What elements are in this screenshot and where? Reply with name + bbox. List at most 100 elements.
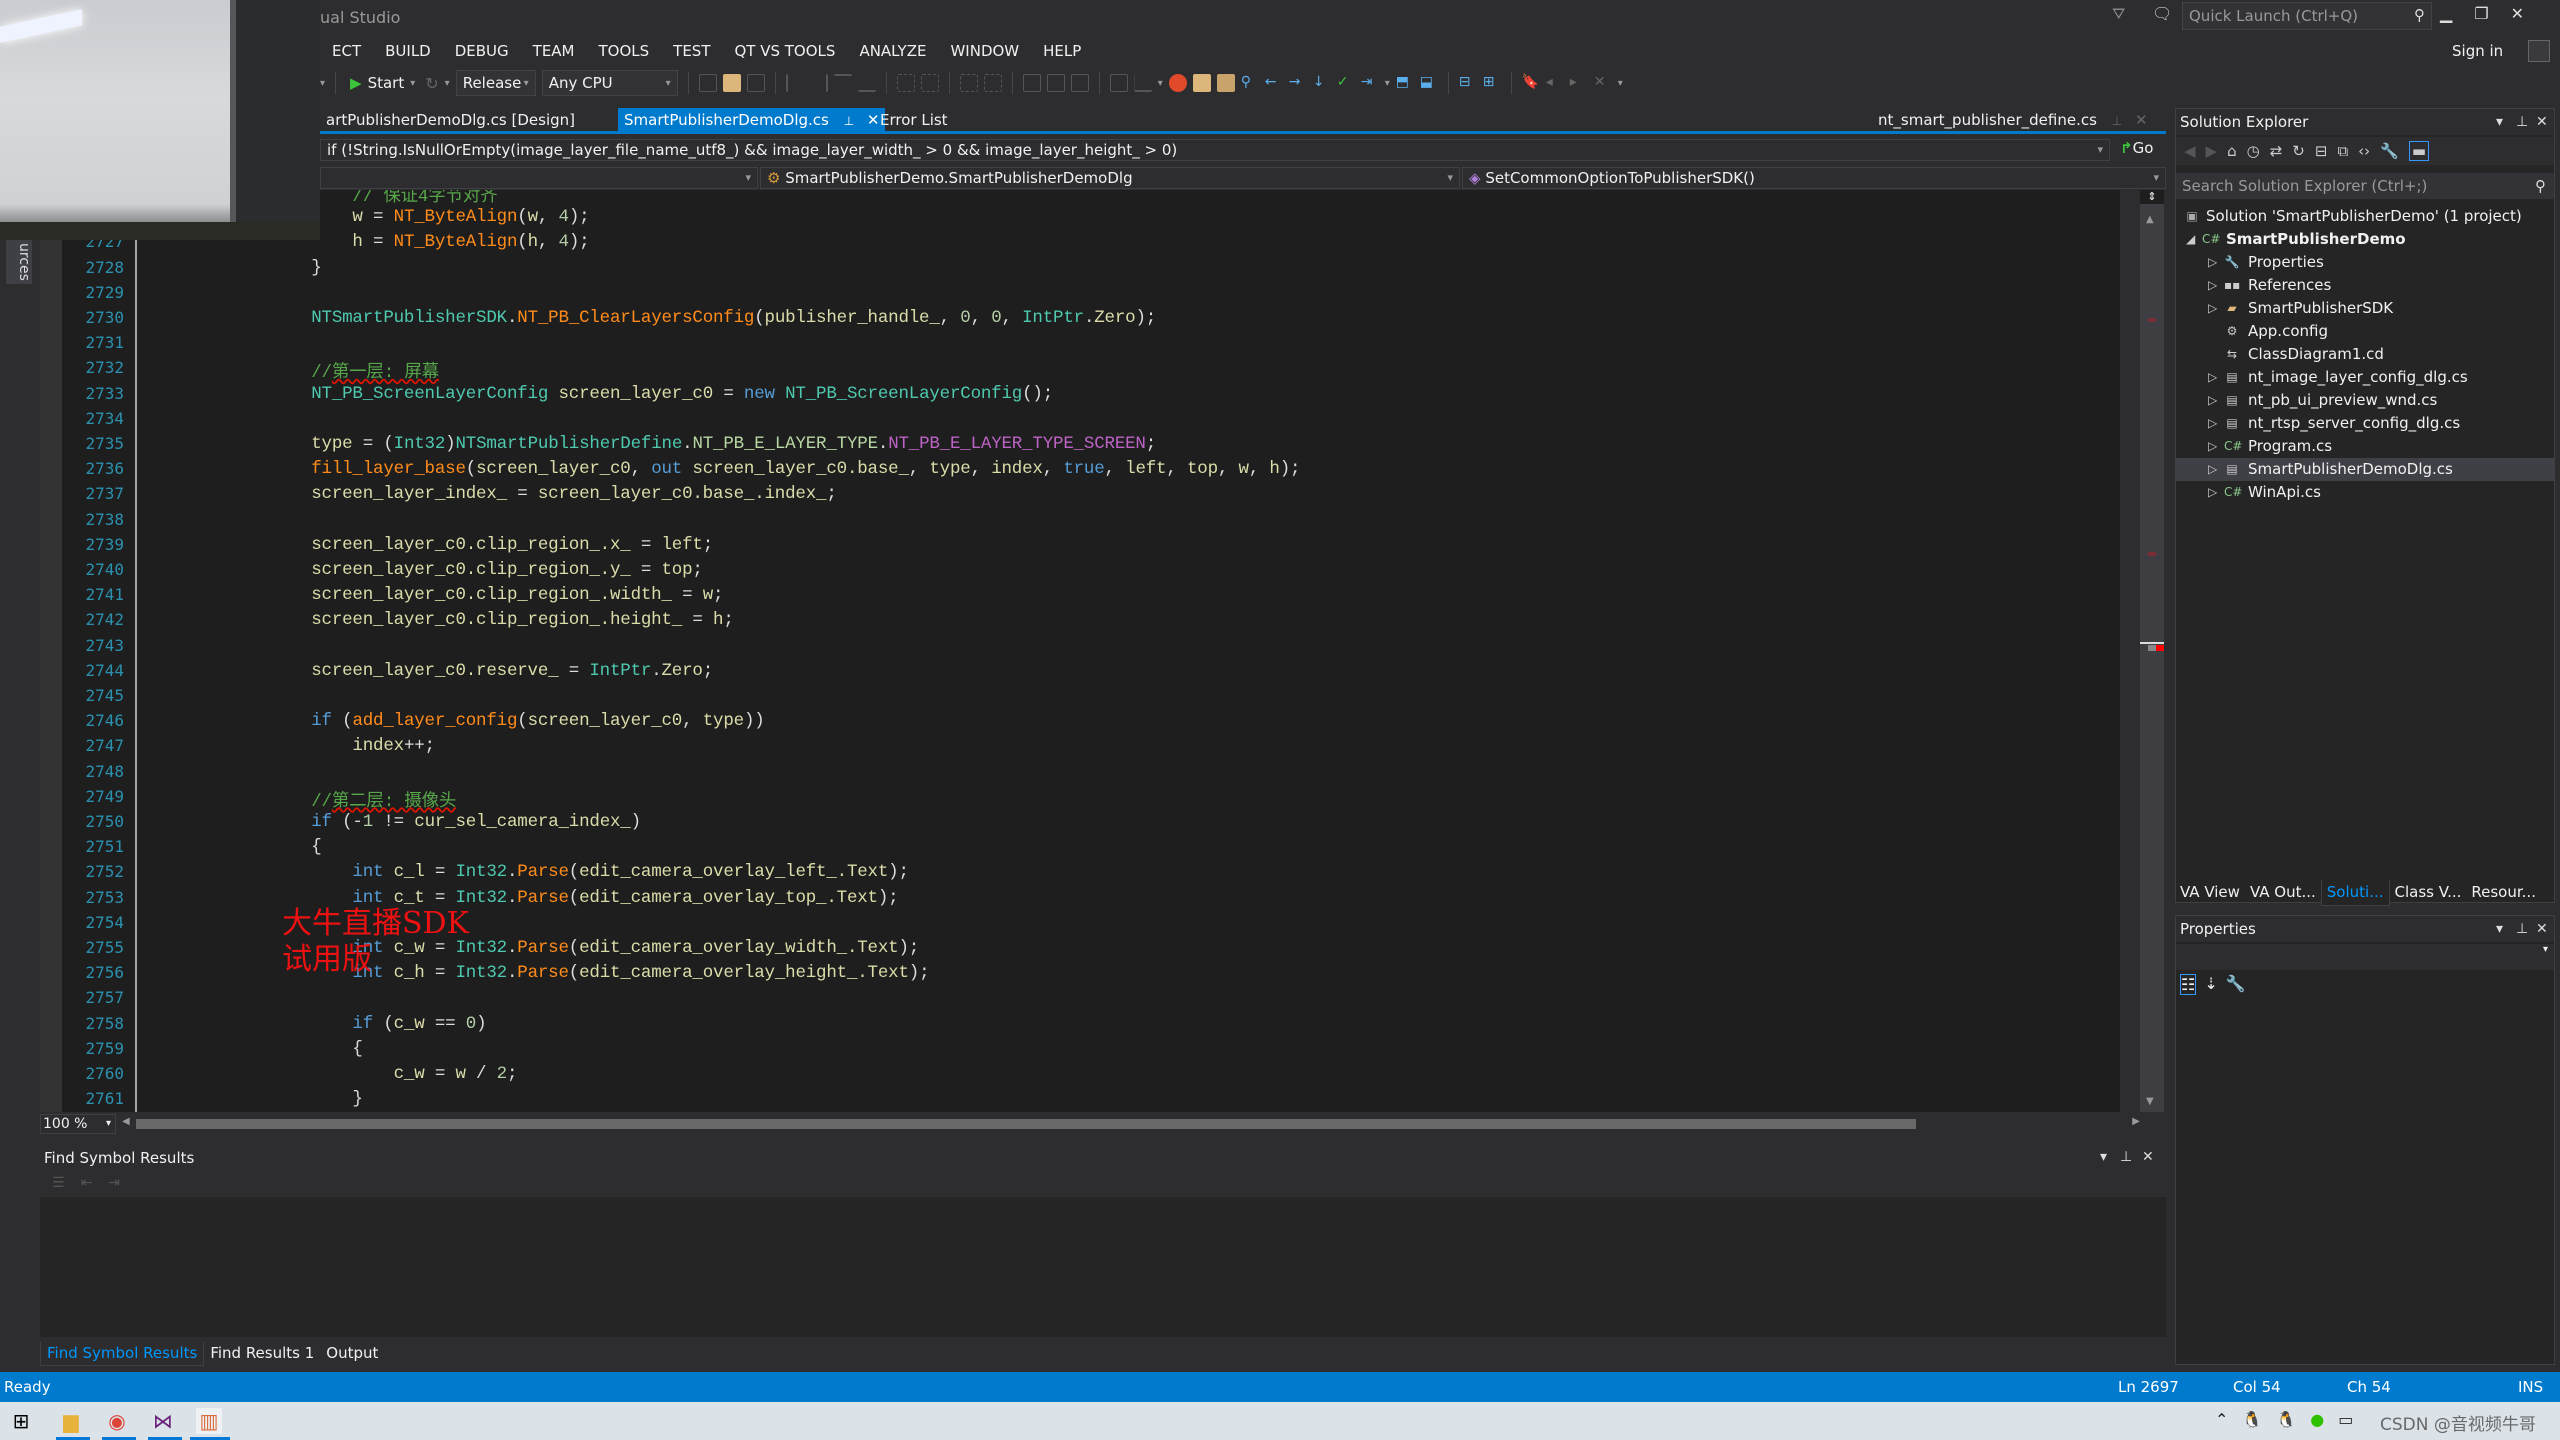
pin-icon[interactable]: ⊥ bbox=[2516, 109, 2528, 135]
preview-icon[interactable]: ▬ bbox=[2408, 141, 2430, 161]
close-icon[interactable]: ✕ bbox=[2142, 1149, 2154, 1165]
close-tab-icon[interactable]: ✕ bbox=[2135, 111, 2148, 129]
expand-arrow-icon[interactable]: ▷ bbox=[2208, 389, 2217, 412]
menu-item-test[interactable]: TEST bbox=[661, 40, 722, 64]
class-scope-select[interactable]: ⚙ SmartPublisherDemo.SmartPublisherDemoD… bbox=[760, 167, 1460, 189]
space-vertical-icon[interactable] bbox=[983, 74, 1002, 92]
pin-icon[interactable]: ⊥ bbox=[2516, 916, 2528, 942]
windows-start-icon[interactable]: ⊞ bbox=[8, 1408, 34, 1434]
scroll-right-icon[interactable]: ▶ bbox=[2132, 1116, 2140, 1127]
expand-arrow-icon[interactable]: ▷ bbox=[2208, 481, 2217, 504]
expand-arrow-icon[interactable]: ▷ bbox=[2208, 458, 2217, 481]
tree-item[interactable]: ◢ C# SmartPublisherDemo bbox=[2176, 228, 2554, 251]
code-line[interactable]: //第二层: 摄像头 bbox=[270, 787, 456, 812]
close-icon[interactable]: ✕ bbox=[2536, 916, 2548, 942]
tab-va-view[interactable]: VA View bbox=[2175, 880, 2245, 906]
code-line[interactable]: if (add_layer_config(screen_layer_c0, ty… bbox=[270, 711, 765, 731]
same-size-icon[interactable] bbox=[1070, 74, 1089, 92]
close-icon[interactable]: ✕ bbox=[2536, 109, 2548, 135]
nav-dropdown-icon[interactable]: ▾ bbox=[320, 78, 325, 89]
menu-item-qt-vs-tools[interactable]: QT VS TOOLS bbox=[722, 40, 847, 64]
tool-icon[interactable]: ⬒ bbox=[1396, 74, 1414, 92]
code-line[interactable]: //第一层: 屏幕 bbox=[270, 358, 439, 383]
platform-select[interactable]: Any CPU ▾ bbox=[541, 70, 678, 96]
code-line[interactable]: screen_layer_c0.clip_region_.y_ = top; bbox=[270, 560, 703, 580]
open-corresponding-icon[interactable]: ⇥ bbox=[1361, 74, 1379, 92]
uncomment-icon[interactable]: ⊞ bbox=[1483, 74, 1501, 92]
horizontal-scrollbar[interactable]: ◀ ▶ bbox=[120, 1116, 2140, 1132]
align-right-icon[interactable] bbox=[810, 74, 828, 92]
comment-icon[interactable]: ⊟ bbox=[1459, 74, 1477, 92]
code-line[interactable]: c_w = w / 2; bbox=[270, 1064, 518, 1084]
open-file-icon[interactable] bbox=[1192, 74, 1211, 92]
tree-item[interactable]: ▷ C# WinApi.cs bbox=[2176, 481, 2554, 504]
pin-icon[interactable]: ⊥ bbox=[2120, 1149, 2132, 1165]
avatar[interactable] bbox=[2528, 40, 2550, 62]
tree-item[interactable]: ⇆ ClassDiagram1.cd bbox=[2176, 343, 2554, 366]
forward-icon[interactable]: ▶ bbox=[2206, 142, 2218, 160]
expand-arrow-icon[interactable]: ▷ bbox=[2208, 366, 2217, 389]
bring-front-icon[interactable] bbox=[1133, 74, 1152, 92]
menu-item-tools[interactable]: TOOLS bbox=[587, 40, 662, 64]
tree-item[interactable]: ▷ C# Program.cs bbox=[2176, 435, 2554, 458]
split-icon[interactable]: ⇕ bbox=[2140, 190, 2164, 204]
code-line[interactable]: screen_layer_c0.clip_region_.width_ = w; bbox=[270, 585, 723, 605]
zoom-select[interactable]: 100 % ▾ bbox=[40, 1114, 116, 1134]
find-input[interactable]: if (!String.IsNullOrEmpty(image_layer_fi… bbox=[320, 139, 2110, 161]
project-scope-select[interactable]: ▾ bbox=[320, 167, 758, 189]
tab-find-symbol-results[interactable]: Find Symbol Results bbox=[40, 1342, 205, 1366]
prev-bookmark-icon[interactable]: ◂ bbox=[1546, 74, 1564, 92]
code-line[interactable]: fill_layer_base(screen_layer_c0, out scr… bbox=[270, 459, 1300, 479]
collapse-all-icon[interactable]: ⊟ bbox=[2315, 142, 2328, 160]
start-button[interactable]: ▶ Start ▾ bbox=[346, 70, 419, 96]
menu-item-ect[interactable]: ECT bbox=[320, 40, 373, 64]
go-button[interactable]: ↱Go bbox=[2120, 139, 2153, 157]
tree-item[interactable]: ▷ ▪▪ References bbox=[2176, 274, 2554, 297]
tree-item[interactable]: ▷ ▤ nt_image_layer_config_dlg.cs bbox=[2176, 366, 2554, 389]
properties-icon[interactable]: 🔧 bbox=[2380, 142, 2399, 160]
code-line[interactable]: int c_t = Int32.Parse(edit_camera_overla… bbox=[270, 888, 898, 908]
next-bookmark-icon[interactable]: ▸ bbox=[1570, 74, 1588, 92]
expand-arrow-icon[interactable]: ▷ bbox=[2208, 251, 2217, 274]
find-reference-icon[interactable]: ⚲ bbox=[1241, 74, 1259, 92]
menu-item-debug[interactable]: DEBUG bbox=[443, 40, 521, 64]
sync-icon[interactable]: ⇄ bbox=[2270, 142, 2283, 160]
layout-icon[interactable] bbox=[746, 74, 765, 92]
tab-resour[interactable]: Resour... bbox=[2466, 880, 2541, 906]
tree-item[interactable]: ▷ ▤ SmartPublisherDemoDlg.cs bbox=[2176, 458, 2554, 481]
code-line[interactable]: screen_layer_index_ = screen_layer_c0.ba… bbox=[270, 484, 837, 504]
quick-launch-input[interactable]: Quick Launch (Ctrl+Q) ⚲ bbox=[2182, 2, 2432, 30]
code-line[interactable]: NT_PB_ScreenLayerConfig screen_layer_c0 … bbox=[270, 384, 1053, 404]
scroll-left-icon[interactable]: ◀ bbox=[122, 1116, 130, 1127]
code-line[interactable]: if (c_w == 0) bbox=[270, 1014, 486, 1034]
collapse-arrow-icon[interactable]: ◢ bbox=[2186, 228, 2195, 251]
overflow-icon[interactable]: ▾ bbox=[1385, 78, 1390, 89]
center-horizontal-icon[interactable] bbox=[920, 74, 939, 92]
refresh-icon[interactable]: ↻ bbox=[425, 74, 438, 93]
tool-icon[interactable]: ⬓ bbox=[1420, 74, 1438, 92]
resources-tab[interactable]: urces bbox=[6, 240, 32, 284]
panel-menu-icon[interactable]: ▾ bbox=[2496, 916, 2503, 942]
menu-item-analyze[interactable]: ANALYZE bbox=[847, 40, 938, 64]
menu-item-team[interactable]: TEAM bbox=[521, 40, 587, 64]
panel-menu-icon[interactable]: ▾ bbox=[2496, 109, 2503, 135]
expand-arrow-icon[interactable]: ▷ bbox=[2208, 412, 2217, 435]
expand-arrow-icon[interactable]: ▷ bbox=[2208, 297, 2217, 320]
code-line[interactable]: int c_l = Int32.Parse(edit_camera_overla… bbox=[270, 862, 909, 882]
scroll-up-icon[interactable]: ▲ bbox=[2146, 214, 2154, 225]
results-list[interactable] bbox=[40, 1197, 2166, 1337]
code-line[interactable]: } bbox=[270, 258, 322, 278]
space-horizontal-icon[interactable] bbox=[959, 74, 978, 92]
tree-item[interactable]: ▷ ▤ nt_pb_ui_preview_wnd.cs bbox=[2176, 389, 2554, 412]
error-marker[interactable] bbox=[2148, 552, 2156, 556]
show-hidden-icons-icon[interactable]: ⌃ bbox=[2215, 1410, 2228, 1429]
device-icon[interactable] bbox=[698, 74, 717, 92]
view-code-icon[interactable]: ‹› bbox=[2358, 142, 2370, 160]
expand-arrow-icon[interactable]: ▷ bbox=[2208, 435, 2217, 458]
pin-icon[interactable]: ⊥ bbox=[844, 114, 854, 128]
menu-item-window[interactable]: WINDOW bbox=[938, 40, 1031, 64]
navigate-forward-icon[interactable]: → bbox=[1289, 74, 1307, 92]
align-bottom-icon[interactable] bbox=[857, 74, 876, 92]
code-line[interactable]: } bbox=[270, 1089, 363, 1109]
pending-changes-icon[interactable]: ◷ bbox=[2247, 142, 2260, 160]
